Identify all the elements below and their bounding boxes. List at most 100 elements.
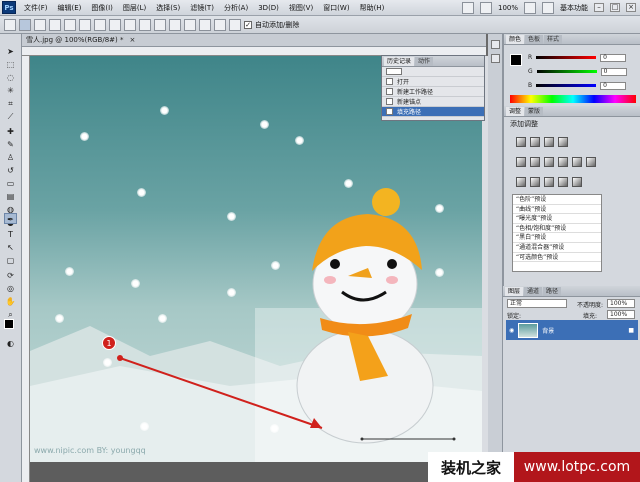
layer-row-background[interactable]: ◉ 背景 ■	[506, 320, 638, 340]
path-exclude-icon[interactable]	[229, 18, 241, 31]
maximize-button[interactable]: □	[610, 3, 620, 12]
preset-hue-saturation[interactable]: “色相/饱和度”预设	[513, 224, 601, 234]
clone-stamp-icon[interactable]: ♙	[4, 152, 17, 163]
channel-mixer-icon[interactable]	[586, 157, 596, 167]
history-brush-icon[interactable]: ↺	[4, 165, 17, 176]
history-entry[interactable]: 新建锚点	[382, 97, 484, 107]
photo-filter-icon[interactable]	[572, 157, 582, 167]
green-value[interactable]: 0	[600, 67, 627, 76]
history-entry[interactable]: 新建工作路径	[382, 87, 484, 97]
hand-tool-icon[interactable]: ✋	[4, 296, 17, 307]
color-spectrum-bar[interactable]	[510, 95, 636, 103]
path-selection-icon[interactable]: ↖	[4, 242, 17, 253]
zoom-level[interactable]: 100%	[498, 4, 518, 12]
workspace-switcher[interactable]: 基本功能	[560, 3, 588, 13]
history-snapshot[interactable]	[382, 67, 484, 77]
tab-layers[interactable]: 图层	[505, 287, 524, 296]
close-doc-icon[interactable]: ×	[129, 36, 135, 44]
menu-window[interactable]: 窗口(W)	[318, 3, 354, 13]
pen-icon[interactable]	[64, 18, 76, 31]
menu-3d[interactable]: 3D(D)	[253, 4, 284, 12]
posterize-icon[interactable]	[530, 177, 540, 187]
blue-value[interactable]: 0	[600, 81, 627, 90]
color-fg-swatch[interactable]	[510, 54, 522, 66]
minimize-button[interactable]: –	[594, 3, 604, 12]
history-entry-selected[interactable]: 填充路径	[382, 107, 484, 117]
menu-help[interactable]: 帮助(H)	[355, 3, 390, 13]
foreground-color-swatch[interactable]	[4, 319, 14, 329]
tab-history[interactable]: 历史记录	[384, 57, 415, 66]
threshold-icon[interactable]	[544, 177, 554, 187]
hand-icon[interactable]	[461, 1, 474, 14]
ellipse-icon[interactable]	[124, 18, 136, 31]
crop-tool-icon[interactable]: ⌗	[4, 98, 17, 109]
vibrance-icon[interactable]	[516, 157, 526, 167]
3d-orbit-icon[interactable]: ◎	[4, 283, 17, 294]
color-balance-icon[interactable]	[544, 157, 554, 167]
pen-tool-icon[interactable]: ✒	[4, 213, 17, 224]
green-slider[interactable]	[536, 70, 597, 73]
polygon-icon[interactable]	[139, 18, 151, 31]
menu-image[interactable]: 图像(I)	[86, 3, 118, 13]
tab-channels[interactable]: 通道	[524, 287, 543, 296]
history-entry[interactable]: 打开	[382, 77, 484, 87]
marquee-tool-icon[interactable]: ⬚	[4, 59, 17, 70]
close-button[interactable]: ×	[626, 3, 636, 12]
type-tool-icon[interactable]: T	[4, 229, 17, 240]
preset-exposure[interactable]: “曝光度”预设	[513, 214, 601, 224]
panel-toggle-icon[interactable]	[491, 54, 500, 63]
path-add-icon[interactable]	[184, 18, 196, 31]
preset-curves[interactable]: “曲线”预设	[513, 205, 601, 215]
screen-mode-icon[interactable]	[542, 1, 554, 14]
menu-filter[interactable]: 滤镜(T)	[185, 3, 219, 13]
brightness-icon[interactable]	[516, 137, 526, 147]
gradient-map-icon[interactable]	[558, 177, 568, 187]
eraser-tool-icon[interactable]: ▭	[4, 178, 17, 189]
tab-styles[interactable]: 样式	[544, 35, 563, 44]
blue-slider[interactable]	[536, 84, 597, 87]
brush-tool-icon[interactable]: ✎	[4, 139, 17, 150]
fill-pixels-icon[interactable]	[49, 18, 61, 31]
healing-brush-icon[interactable]: ✚	[4, 126, 17, 137]
hue-saturation-icon[interactable]	[530, 157, 540, 167]
tab-masks[interactable]: 蒙版	[525, 107, 544, 116]
magic-wand-icon[interactable]: ✳	[4, 85, 17, 96]
menu-file[interactable]: 文件(F)	[19, 3, 53, 13]
menu-layer[interactable]: 图层(L)	[118, 3, 151, 13]
invert-icon[interactable]	[516, 177, 526, 187]
menu-edit[interactable]: 编辑(E)	[53, 3, 87, 13]
levels-icon[interactable]	[530, 137, 540, 147]
shape-layers-icon[interactable]	[19, 18, 31, 31]
tab-swatches[interactable]: 色板	[525, 35, 544, 44]
red-slider[interactable]	[536, 56, 597, 59]
freeform-pen-icon[interactable]	[79, 18, 91, 31]
eyedropper-tool-icon[interactable]: ⟋	[4, 111, 17, 122]
curves-icon[interactable]	[544, 137, 554, 147]
quick-mask-icon[interactable]: ◐	[4, 338, 17, 349]
path-subtract-icon[interactable]	[199, 18, 211, 31]
tab-paths[interactable]: 路径	[543, 287, 562, 296]
rounded-rectangle-icon[interactable]	[109, 18, 121, 31]
path-intersect-icon[interactable]	[214, 18, 226, 31]
preset-black-white[interactable]: “黑白”预设	[513, 233, 601, 243]
panel-toggle-icon[interactable]	[491, 40, 500, 49]
red-value[interactable]: 0	[600, 53, 627, 62]
arrange-icon[interactable]	[524, 1, 536, 14]
selective-color-icon[interactable]	[572, 177, 582, 187]
menu-analysis[interactable]: 分析(A)	[219, 3, 253, 13]
menu-view[interactable]: 视图(V)	[284, 3, 318, 13]
tab-adjustments[interactable]: 调整	[506, 107, 525, 116]
preset-channel-mixer[interactable]: “通道混合器”预设	[513, 243, 601, 253]
pen-tool-preset-icon[interactable]	[4, 18, 16, 31]
eye-icon[interactable]: ◉	[509, 327, 514, 334]
opacity-input[interactable]: 100%	[607, 299, 635, 308]
3d-rotate-icon[interactable]: ⟳	[4, 270, 17, 281]
zoom-icon[interactable]	[479, 1, 492, 14]
preset-levels[interactable]: “色阶”预设	[513, 195, 601, 205]
gradient-tool-icon[interactable]: ▤	[4, 191, 17, 202]
menu-select[interactable]: 选择(S)	[151, 3, 185, 13]
fill-input[interactable]: 100%	[607, 310, 635, 319]
shape-tool-icon[interactable]: ▢	[4, 255, 17, 266]
preset-selective-color[interactable]: “可选颜色”预设	[513, 253, 601, 263]
line-icon[interactable]	[154, 18, 166, 31]
